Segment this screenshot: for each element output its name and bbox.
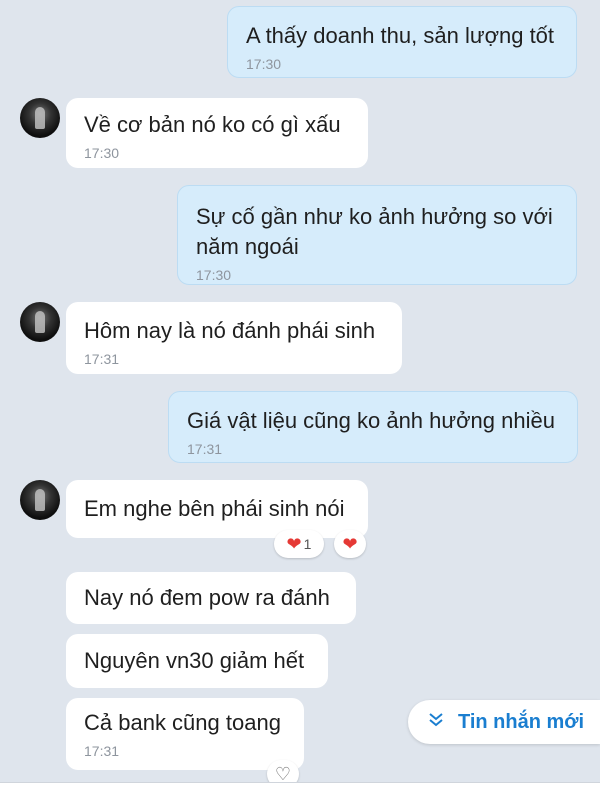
- message-bubble-incoming[interactable]: Về cơ bản nó ko có gì xấu 17:30: [66, 98, 368, 168]
- message-text: Nguyên vn30 giảm hết: [84, 648, 305, 673]
- reaction-count: 1: [303, 536, 312, 552]
- message-time: 17:30: [84, 145, 120, 161]
- composer-bar: [0, 782, 600, 801]
- message-bubble-outgoing[interactable]: Giá vật liệu cũng ko ảnh hưởng nhiều 17:…: [168, 391, 578, 463]
- new-messages-label: Tin nhắn mới: [458, 710, 585, 733]
- message-time: 17:31: [84, 351, 120, 367]
- message-bubble-incoming[interactable]: Hôm nay là nó đánh phái sinh 17:31: [66, 302, 402, 374]
- react-button[interactable]: ❤: [334, 530, 366, 558]
- message-bubble-incoming[interactable]: Nguyên vn30 giảm hết: [66, 634, 328, 688]
- heart-icon: ❤: [286, 534, 302, 554]
- message-text: Hôm nay là nó đánh phái sinh: [84, 318, 376, 343]
- message-text: Giá vật liệu cũng ko ảnh hưởng nhiều: [187, 408, 555, 433]
- message-text: Em nghe bên phái sinh nói: [84, 496, 345, 521]
- contact-avatar[interactable]: [20, 98, 60, 138]
- message-text: Cả bank cũng toang: [84, 710, 281, 735]
- contact-avatar[interactable]: [20, 302, 60, 342]
- message-bubble-incoming[interactable]: Em nghe bên phái sinh nói: [66, 480, 368, 538]
- message-bubble-outgoing[interactable]: A thấy doanh thu, sản lượng tốt 17:30: [227, 6, 577, 78]
- new-messages-button[interactable]: Tin nhắn mới: [408, 700, 600, 744]
- message-bubble-incoming[interactable]: Nay nó đem pow ra đánh: [66, 572, 356, 624]
- chevron-double-down-icon: [428, 712, 444, 733]
- message-text: Nay nó đem pow ra đánh: [84, 585, 330, 610]
- contact-avatar[interactable]: [20, 480, 60, 520]
- message-bubble-incoming[interactable]: Cả bank cũng toang 17:31: [66, 698, 304, 770]
- message-text: A thấy doanh thu, sản lượng tốt: [246, 23, 555, 48]
- message-time: 17:30: [246, 56, 282, 72]
- message-time: 17:31: [187, 441, 223, 457]
- message-time: 17:31: [84, 743, 120, 759]
- message-bubble-outgoing[interactable]: Sự cố gần như ko ảnh hưởng so với năm ng…: [177, 185, 577, 285]
- heart-icon: ❤: [342, 534, 358, 554]
- message-text: Sự cố gần như ko ảnh hưởng so với năm ng…: [196, 204, 553, 259]
- heart-outline-icon: ♡: [274, 764, 292, 784]
- message-time: 17:30: [196, 267, 232, 283]
- message-text: Về cơ bản nó ko có gì xấu: [84, 112, 341, 137]
- reaction-badge[interactable]: ❤ 1: [274, 530, 324, 558]
